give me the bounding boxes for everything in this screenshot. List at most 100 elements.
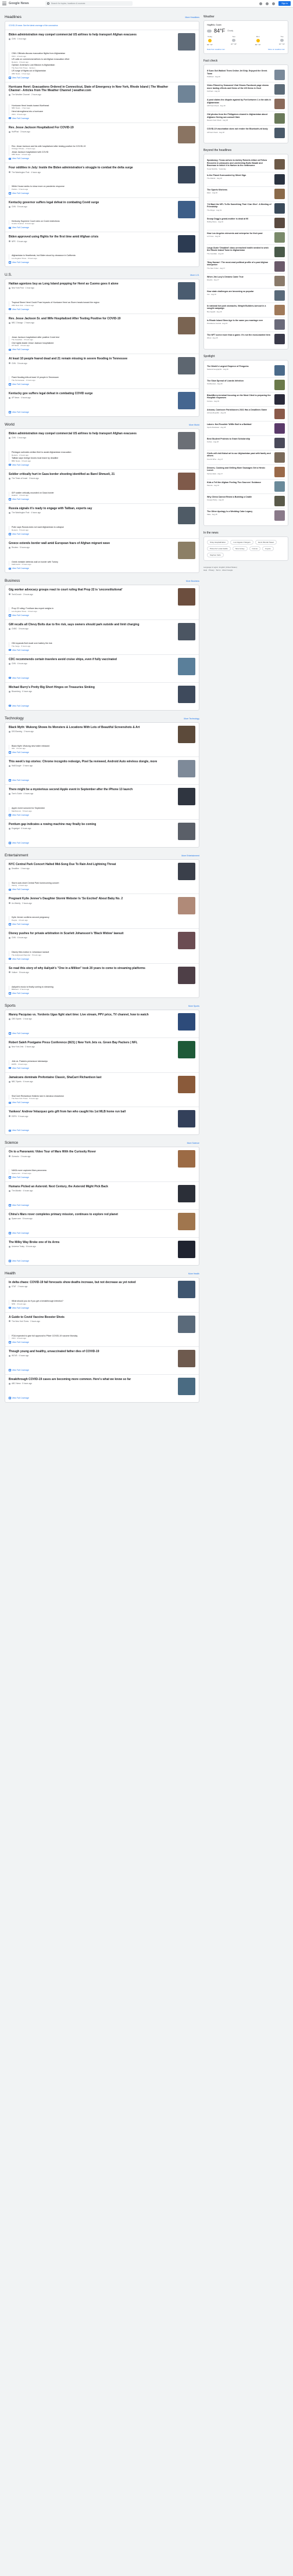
- story-thumbnail[interactable]: [178, 622, 195, 640]
- full-coverage-link[interactable]: View Full Coverage: [9, 842, 195, 844]
- sidebar-story-thumbnail[interactable]: [274, 304, 285, 315]
- story-source[interactable]: ESPN: [12, 1115, 17, 1118]
- story-headline[interactable]: CDC recommends certain travelers avoid c…: [9, 658, 174, 661]
- story-headline[interactable]: On to a Panoramic Video Tour of Mars Wit…: [9, 1150, 174, 1154]
- story-headline[interactable]: Biden approved using flights for the fir…: [9, 235, 174, 239]
- story-thumbnail[interactable]: [178, 472, 195, 490]
- story-thumbnail[interactable]: [178, 166, 195, 184]
- story-thumbnail[interactable]: [178, 725, 195, 743]
- story-source[interactable]: Gizmodo: [12, 1155, 19, 1158]
- sidebar-story-thumbnail[interactable]: [274, 452, 285, 463]
- story-thumbnail[interactable]: [178, 862, 195, 880]
- story-source[interactable]: AP News: [12, 397, 19, 399]
- story-source[interactable]: Vulture: [12, 971, 17, 974]
- story-source[interactable]: CNN: [12, 362, 16, 365]
- story-source[interactable]: NBC Chicago: [12, 322, 23, 324]
- section-title[interactable]: Science: [5, 1141, 18, 1145]
- story-headline[interactable]: Manny Pacquiao vs. Yordenis Ugas fight s…: [9, 1013, 174, 1017]
- sidebar-story-headline[interactable]: The Slow Spread of Lizards Infection: [207, 380, 272, 383]
- sidebar-story-thumbnail[interactable]: [274, 232, 285, 243]
- sidebar-story-thumbnail[interactable]: [274, 481, 285, 492]
- apps-icon[interactable]: [272, 2, 276, 5]
- sidebar-story-headline[interactable]: Chefs will visit Kabul art to our Afghan…: [207, 452, 272, 457]
- story-source[interactable]: NBC Sports: [12, 1080, 22, 1083]
- full-coverage-link[interactable]: View Full Coverage: [9, 992, 195, 995]
- sidebar-story-thumbnail[interactable]: [274, 188, 285, 199]
- sidebar-story-headline[interactable]: When Jim Lucy's Dreams Came True: [207, 276, 272, 279]
- story-thumbnail[interactable]: [178, 897, 195, 915]
- full-coverage-link[interactable]: View Full Coverage: [9, 814, 195, 816]
- story-source[interactable]: CNN: [12, 206, 16, 208]
- story-headline[interactable]: Biden administration may compel commerci…: [9, 432, 174, 435]
- sidebar-story-thumbnail[interactable]: [274, 290, 285, 301]
- full-coverage-link[interactable]: View Full Coverage: [9, 677, 195, 679]
- full-coverage-link[interactable]: View Full Coverage: [9, 1176, 195, 1179]
- full-coverage-link[interactable]: View Full Coverage: [9, 1067, 195, 1069]
- story-source[interactable]: The Times of Israel: [12, 477, 27, 480]
- sidebar-story-headline[interactable]: Snoop Dogg's grand-mother is dead at 90: [207, 218, 272, 221]
- covid-notice[interactable]: COVID-19 news: See the latest coverage o…: [5, 21, 199, 30]
- story-thumbnail[interactable]: [178, 760, 195, 778]
- topic-chip[interactable]: Corvus: [249, 546, 261, 551]
- sidebar-story-headline[interactable]: Dinners, Cooking and Grilling More Sausa…: [207, 467, 272, 472]
- section-title[interactable]: Sports: [5, 1004, 16, 1008]
- story-headline[interactable]: So read this story of why Aaliyah's "One…: [9, 967, 174, 970]
- full-coverage-link[interactable]: View Full Coverage: [9, 498, 195, 500]
- sidebar-story-thumbnail[interactable]: [274, 84, 285, 95]
- story-headline[interactable]: Michael Burry's Pretty Big Short Hinges …: [9, 686, 174, 689]
- sidebar-story-headline[interactable]: How state challenges are becoming so pop…: [207, 290, 272, 293]
- section-more-link[interactable]: More Business: [186, 580, 199, 582]
- story-source[interactable]: 9to5Google: [12, 765, 21, 767]
- story-headline[interactable]: Soldier critically hurt in Gaza border s…: [9, 473, 174, 476]
- full-coverage-link[interactable]: View Full Coverage: [9, 705, 195, 707]
- sidebar-story-headline[interactable]: The NFT scene more than a game. It's not…: [207, 334, 272, 337]
- full-coverage-link[interactable]: View Full Coverage: [9, 77, 195, 79]
- full-coverage-link[interactable]: View Full Coverage: [9, 1032, 195, 1035]
- full-coverage-link[interactable]: View Full Coverage: [9, 1101, 195, 1104]
- story-headline[interactable]: Yankees' Andrew Velazquez gets gift from…: [9, 1110, 174, 1114]
- story-headline[interactable]: Pentium gap indicates a rowing machine m…: [9, 823, 174, 826]
- story-source[interactable]: WCVB: [12, 1354, 17, 1357]
- sign-in-button[interactable]: Sign in: [278, 1, 291, 6]
- story-source[interactable]: The Weather Channel: [12, 93, 30, 96]
- story-source[interactable]: TechCrunch: [12, 593, 22, 596]
- sidebar-story-headline[interactable]: If Suez Got Walked Them Online Jet Ship.…: [207, 70, 272, 75]
- topic-chip[interactable]: New Jersey: [232, 546, 248, 551]
- help-icon[interactable]: [259, 2, 263, 5]
- story-thumbnail[interactable]: [178, 966, 195, 984]
- section-title[interactable]: Business: [5, 579, 20, 583]
- sidebar-story-headline[interactable]: Is the Planet Surrounded by Silent Sign: [207, 174, 272, 177]
- story-headline[interactable]: NYC Central Park Concert Halted Mid-Song…: [9, 863, 174, 866]
- section-title[interactable]: Health: [5, 1271, 16, 1276]
- section-title[interactable]: World: [5, 423, 15, 427]
- story-source[interactable]: Bloomberg: [12, 690, 20, 693]
- story-thumbnail[interactable]: [178, 316, 195, 334]
- full-coverage-link[interactable]: View Full Coverage: [9, 464, 195, 466]
- section-more-link[interactable]: More World: [189, 424, 199, 426]
- sidebar-story-thumbnail[interactable]: [274, 128, 285, 138]
- full-coverage-link[interactable]: View Full Coverage: [9, 614, 195, 617]
- topic-chip[interactable]: Henri Wendel Sweet: [255, 539, 277, 545]
- section-more-link[interactable]: More Technology: [184, 718, 199, 720]
- story-thumbnail[interactable]: [178, 1150, 195, 1168]
- full-coverage-link[interactable]: View Full Coverage: [9, 1204, 195, 1206]
- full-coverage-link[interactable]: View Full Coverage: [9, 348, 195, 351]
- topic-chip[interactable]: Stephen Kahn: [207, 552, 224, 557]
- google-news-logo[interactable]: Google News: [9, 2, 29, 5]
- full-coverage-link[interactable]: View Full Coverage: [9, 533, 195, 535]
- weather-card[interactable]: Hagåtña, Guam 84°F Cloudy Today 86° 78° Su…: [203, 20, 288, 54]
- full-coverage-link[interactable]: View Full Coverage: [9, 1129, 195, 1132]
- story-headline[interactable]: Hurricane Henri: Evacuations Ordered in …: [9, 85, 174, 93]
- full-coverage-link[interactable]: View Full Coverage: [9, 567, 195, 570]
- sidebar-story-headline[interactable]: BlackBerry-terminal focusing on the Most…: [207, 394, 272, 399]
- full-coverage-link[interactable]: View Full Coverage: [9, 1260, 195, 1262]
- story-source[interactable]: NPR: [12, 240, 16, 243]
- story-thumbnail[interactable]: [178, 657, 195, 675]
- story-thumbnail[interactable]: [178, 1110, 195, 1128]
- sidebar-story-thumbnail[interactable]: [274, 319, 285, 330]
- story-thumbnail[interactable]: [178, 1240, 195, 1258]
- story-source[interactable]: The Washington Post: [12, 171, 29, 174]
- full-coverage-link[interactable]: View Full Coverage: [9, 888, 195, 891]
- story-headline[interactable]: Four oddities in July: Inside the Biden …: [9, 166, 174, 170]
- story-thumbnail[interactable]: [178, 33, 195, 51]
